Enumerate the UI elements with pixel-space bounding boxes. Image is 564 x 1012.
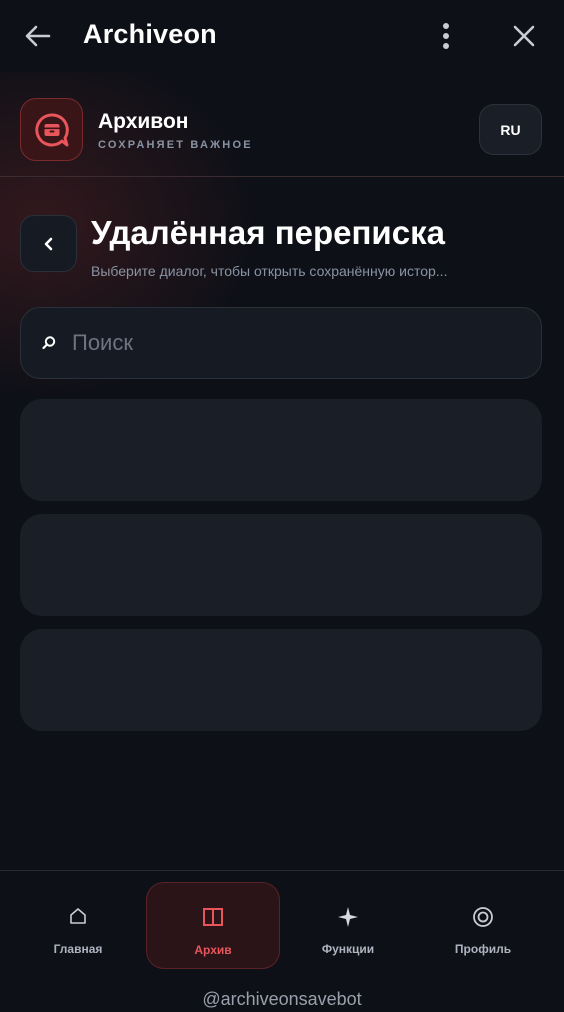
chevron-left-icon [44, 237, 52, 250]
header-divider [0, 176, 564, 177]
back-arrow-icon[interactable] [22, 20, 54, 52]
top-bar: Archiveon [0, 0, 564, 72]
page-title: Удалённая переписка [91, 214, 445, 251]
dialog-card[interactable] [20, 629, 542, 731]
window-title: Archiveon [83, 19, 217, 49]
nav-label: Функции [321, 942, 375, 956]
sparkle-icon [281, 906, 415, 928]
nav-item-home[interactable]: Главная [11, 882, 145, 969]
brand-logo [20, 98, 83, 161]
nav-item-archive[interactable]: Архив [146, 882, 280, 969]
bottom-navigation: Главная Архив Функции Профиль @archiveon… [0, 870, 564, 1012]
nav-label: Архив [194, 943, 232, 957]
search-icon [42, 336, 56, 350]
dialog-card[interactable] [20, 514, 542, 616]
more-vertical-icon[interactable] [432, 20, 460, 52]
page-subtitle: Выберите диалог, чтобы открыть сохранённ… [91, 263, 448, 279]
search-box [20, 307, 542, 379]
app-content: Архивон СОХРАНЯЕТ ВАЖНОЕ RU Удалённая пе… [0, 72, 564, 870]
search-input[interactable] [72, 323, 541, 363]
nav-item-features[interactable]: Функции [281, 882, 415, 969]
nav-item-profile[interactable]: Профиль [416, 882, 550, 969]
book-icon [147, 907, 279, 929]
bot-handle: @archiveonsavebot [202, 989, 362, 1009]
brand-name: Архивон [98, 110, 189, 133]
home-icon [11, 906, 145, 928]
language-button[interactable]: RU [479, 104, 542, 155]
nav-label: Профиль [454, 942, 512, 956]
nav-label: Главная [53, 942, 103, 956]
profile-ring-icon [416, 906, 550, 928]
dialog-card[interactable] [20, 399, 542, 501]
page-back-button[interactable] [20, 215, 77, 272]
close-icon[interactable] [508, 20, 540, 52]
brand-tagline: СОХРАНЯЕТ ВАЖНОЕ [98, 139, 253, 151]
archive-chat-icon [34, 112, 69, 146]
